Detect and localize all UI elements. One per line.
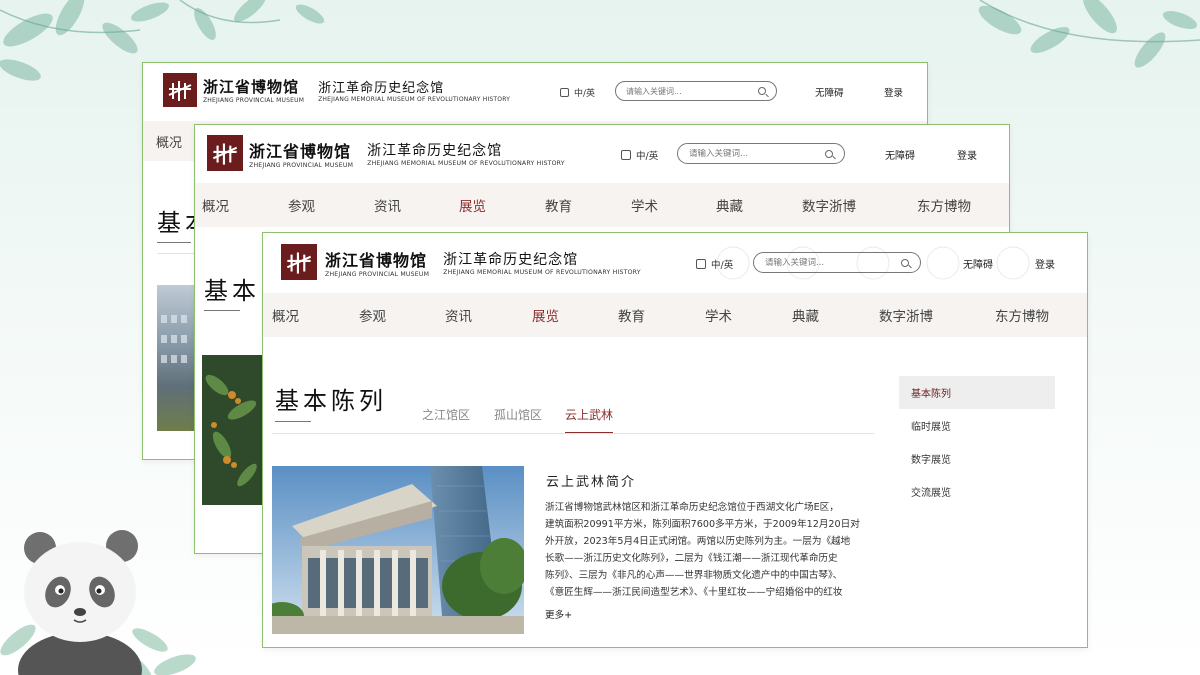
museum-name-en: ZHEJIANG PROVINCIAL MUSEUM (249, 161, 354, 169)
login-link[interactable]: 登录 (957, 147, 977, 162)
accessibility-link[interactable]: 无障碍 (885, 147, 915, 162)
article-line: 浙江省博物馆武林馆区和浙江革命历史纪念馆位于西湖文化广场E区， (545, 502, 839, 513)
search-box[interactable] (753, 252, 921, 273)
tab-gushan[interactable]: 孤山馆区 (494, 406, 542, 423)
search-box[interactable] (677, 143, 845, 164)
main-nav: 概况 参观 资讯 展览 教育 学术 典藏 数字浙博 东方博物 (195, 183, 1009, 227)
logo-mark-icon (163, 73, 197, 107)
search-icon[interactable] (825, 149, 833, 158)
museum-name-cn: 浙江省博物馆 (249, 141, 352, 161)
article-body: 浙江省博物馆武林馆区和浙江革命历史纪念馆位于西湖文化广场E区， 建筑面积2099… (545, 499, 873, 601)
museum-name-en: ZHEJIANG PROVINCIAL MUSEUM (325, 270, 430, 278)
globe-icon (696, 259, 706, 269)
language-switch[interactable]: 中/英 (696, 257, 733, 271)
nav-item-overview[interactable]: 概况 (156, 121, 182, 161)
nav-item-overview[interactable]: 概况 (202, 183, 229, 227)
search-input[interactable] (689, 148, 797, 159)
nav-item-exhibitions[interactable]: 展览 (532, 293, 559, 337)
header: 浙江省博物馆 ZHEJIANG PROVINCIAL MUSEUM 浙江革命历史… (195, 125, 1009, 183)
language-switch[interactable]: 中/英 (621, 148, 658, 162)
nav-item-visit[interactable]: 参观 (288, 183, 315, 227)
window-front: 浙江省博物馆 ZHEJIANG PROVINCIAL MUSEUM 浙江革命历史… (262, 232, 1088, 648)
search-icon[interactable] (901, 258, 909, 267)
header: 浙江省博物馆 ZHEJIANG PROVINCIAL MUSEUM 浙江革命历史… (263, 233, 1087, 293)
nav-item-visit[interactable]: 参观 (359, 293, 386, 337)
search-box[interactable] (615, 81, 777, 101)
tab-yunshang-wulin[interactable]: 云上武林 (565, 406, 614, 433)
memorial-name-cn: 浙江革命历史纪念馆 (443, 251, 579, 268)
article-line: 建筑面积20991平方米，陈列面积7600多平方米，于2009年12月20日对 (545, 519, 860, 530)
title-underline (157, 242, 191, 243)
museum-name-en: ZHEJIANG PROVINCIAL MUSEUM (203, 97, 305, 104)
museum-logo[interactable]: 浙江省博物馆 ZHEJIANG PROVINCIAL MUSEUM 浙江革命历史… (163, 73, 510, 107)
museum-building-photo (272, 466, 524, 634)
nav-item-digital[interactable]: 数字浙博 (802, 183, 856, 227)
memorial-name-cn: 浙江革命历史纪念馆 (367, 142, 503, 159)
nav-item-academic[interactable]: 学术 (631, 183, 658, 227)
museum-name-cn: 浙江省博物馆 (325, 250, 428, 270)
language-label: 中/英 (574, 89, 596, 99)
header: 浙江省博物馆 ZHEJIANG PROVINCIAL MUSEUM 浙江革命历史… (143, 63, 927, 121)
sidebar-item-basic[interactable]: 基本陈列 (899, 376, 1055, 409)
nav-item-oriental[interactable]: 东方博物 (917, 183, 971, 227)
nav-item-news[interactable]: 资讯 (374, 183, 401, 227)
more-link[interactable]: 更多+ (545, 607, 572, 621)
main-nav: 概况 参观 资讯 展览 教育 学术 典藏 数字浙博 东方博物 (263, 293, 1087, 337)
museum-logo[interactable]: 浙江省博物馆 ZHEJIANG PROVINCIAL MUSEUM 浙江革命历史… (207, 135, 565, 171)
page-title: 基本陈列 (275, 387, 387, 415)
sidebar-item-temporary[interactable]: 临时展览 (899, 409, 1055, 442)
article-line: 外开放，2023年5月4日正式闭馆。两馆以历史陈列为主。一层为《越地 (545, 536, 851, 547)
language-label: 中/英 (636, 151, 659, 162)
memorial-name-en: ZHEJIANG MEMORIAL MUSEUM OF REVOLUTIONAR… (318, 96, 511, 103)
nav-item-education[interactable]: 教育 (545, 183, 572, 227)
tabs-divider (272, 433, 874, 434)
sidebar-item-exchange[interactable]: 交流展览 (899, 475, 1055, 508)
memorial-name-en: ZHEJIANG MEMORIAL MUSEUM OF REVOLUTIONAR… (367, 159, 565, 167)
logo-mark-icon (207, 135, 243, 171)
logo-mark-icon (281, 244, 317, 280)
nav-item-exhibitions[interactable]: 展览 (459, 183, 486, 227)
memorial-name-en: ZHEJIANG MEMORIAL MUSEUM OF REVOLUTIONAR… (443, 268, 641, 276)
nav-item-collection[interactable]: 典藏 (716, 183, 743, 227)
search-input[interactable] (765, 257, 873, 268)
article-line: 《意匠生辉——浙江民间造型艺术》、《十里红妆——宁绍婚俗中的红妆 (545, 587, 843, 598)
language-label: 中/英 (711, 260, 734, 271)
sidebar-item-digital[interactable]: 数字展览 (899, 442, 1055, 475)
login-link[interactable]: 登录 (884, 85, 903, 99)
globe-icon (621, 150, 631, 160)
title-underline (275, 421, 311, 422)
nav-item-digital[interactable]: 数字浙博 (879, 293, 933, 337)
sidebar: 基本陈列 临时展览 数字展览 交流展览 (899, 376, 1055, 508)
article-title: 云上武林简介 (546, 475, 637, 490)
accessibility-link[interactable]: 无障碍 (963, 256, 993, 271)
nav-item-overview[interactable]: 概况 (272, 293, 299, 337)
search-input[interactable] (626, 86, 731, 96)
language-switch[interactable]: 中/英 (560, 86, 595, 99)
museum-logo[interactable]: 浙江省博物馆 ZHEJIANG PROVINCIAL MUSEUM 浙江革命历史… (281, 244, 641, 280)
building-photo-partial (157, 285, 197, 431)
nav-item-oriental[interactable]: 东方博物 (995, 293, 1049, 337)
museum-name-cn: 浙江省博物馆 (203, 78, 300, 96)
login-link[interactable]: 登录 (1035, 256, 1055, 271)
article-line: 陈列》、三层为《非凡的心声——世界非物质文化遗产中的中国古琴》、 (545, 570, 843, 581)
memorial-name-cn: 浙江革命历史纪念馆 (318, 81, 445, 96)
tab-zhijiang[interactable]: 之江馆区 (422, 406, 470, 423)
search-icon[interactable] (758, 87, 766, 95)
nav-item-collection[interactable]: 典藏 (792, 293, 819, 337)
leaves-photo-partial (202, 355, 262, 505)
nav-item-news[interactable]: 资讯 (445, 293, 472, 337)
section-title-partial: 基本 (204, 277, 260, 305)
globe-icon (560, 88, 569, 97)
title-underline (204, 310, 240, 311)
accessibility-link[interactable]: 无障碍 (815, 85, 844, 99)
article-line: 长歌——浙江历史文化陈列》，二层为《钱江潮——浙江现代革命历史 (545, 553, 838, 564)
leaves-top-right-decoration (978, 0, 1200, 68)
nav-item-education[interactable]: 教育 (618, 293, 645, 337)
nav-item-academic[interactable]: 学术 (705, 293, 732, 337)
